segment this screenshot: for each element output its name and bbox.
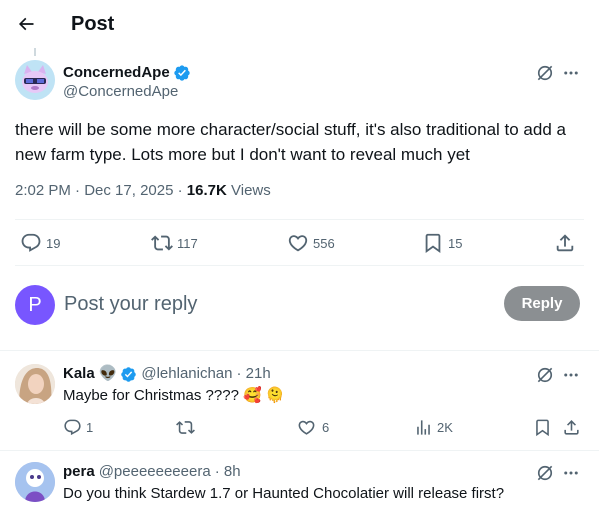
comment-text: Do you think Stardew 1.7 or Haunted Choc… — [63, 485, 505, 502]
author-name[interactable]: ConcernedApe — [63, 63, 170, 83]
alien-emoji: 👽 — [98, 365, 118, 382]
divider — [15, 219, 584, 220]
like-count: 556 — [313, 235, 335, 251]
post-text: there will be some more character/social… — [15, 120, 566, 164]
reply-count: 1 — [86, 420, 94, 435]
more-button[interactable] — [560, 462, 582, 484]
views-count: 2K — [437, 420, 453, 435]
header-bar: Post — [0, 0, 599, 48]
views-count: 16.7K — [186, 182, 227, 199]
reply-button[interactable]: Reply — [504, 286, 580, 321]
more-icon — [564, 71, 578, 75]
comment-time[interactable]: · 21h — [237, 364, 271, 384]
views-icon — [417, 420, 430, 435]
commenter-handle[interactable]: @peeeeeeeeera — [99, 462, 211, 482]
comment-emojis: 🥰 🫠 — [243, 387, 285, 404]
author-handle[interactable]: @ConcernedApe — [63, 82, 178, 102]
reply-icon — [21, 233, 41, 252]
more-icon — [564, 373, 578, 377]
author-name-row: ConcernedApe — [63, 63, 191, 83]
commenter-handle[interactable]: @lehlanichan — [141, 364, 232, 384]
repost-action[interactable] — [176, 418, 199, 437]
reply-icon — [64, 419, 81, 436]
divider — [15, 265, 584, 266]
post-time[interactable]: 2:02 PM — [15, 182, 71, 199]
share-icon — [564, 420, 579, 435]
share-action[interactable] — [554, 232, 576, 254]
like-action[interactable]: 6 — [297, 418, 329, 437]
comment-time[interactable]: · 8h — [215, 462, 241, 482]
repost-count: 117 — [177, 235, 198, 251]
bookmark-action[interactable] — [533, 418, 552, 437]
more-icon — [564, 471, 578, 475]
comment-header: pera @peeeeeeeeera · 8h — [63, 462, 241, 482]
views-label: Views — [231, 182, 271, 199]
more-button[interactable] — [560, 364, 582, 386]
back-button[interactable] — [8, 6, 44, 42]
commenter-avatar[interactable] — [15, 462, 55, 502]
repost-icon — [151, 235, 173, 251]
bookmark-action[interactable]: 15 — [422, 232, 462, 254]
back-arrow-icon — [18, 17, 34, 31]
like-count: 6 — [322, 420, 330, 435]
reply-count: 19 — [46, 235, 61, 251]
repost-action[interactable]: 117 — [151, 232, 198, 254]
post-date[interactable]: Dec 17, 2025 — [84, 182, 173, 199]
author-avatar[interactable] — [15, 60, 55, 100]
commenter-name[interactable]: Kala — [63, 364, 95, 384]
more-button[interactable] — [560, 62, 582, 84]
comment-header: Kala 👽 @lehlanichan · 21h — [63, 364, 271, 384]
like-action[interactable]: 556 — [287, 232, 335, 254]
commenter-avatar[interactable] — [15, 364, 55, 404]
share-icon — [556, 234, 574, 252]
comment-body: Maybe for Christmas ???? — [63, 387, 239, 404]
verified-badge-icon — [173, 64, 191, 82]
page-title: Post — [71, 13, 115, 35]
post-meta: 2:02 PM · Dec 17, 2025 · 16.7K Views — [15, 182, 271, 199]
divider — [0, 350, 599, 351]
share-action[interactable] — [562, 418, 581, 437]
repost-icon — [176, 421, 195, 434]
like-icon — [288, 235, 308, 252]
comment-text: Maybe for Christmas ???? 🥰 🫠 — [63, 386, 285, 406]
grok-icon — [537, 465, 553, 481]
bookmark-icon — [425, 233, 441, 254]
commenter-name[interactable]: pera — [63, 462, 95, 482]
reply-action[interactable]: 1 — [63, 418, 93, 437]
verified-badge-icon — [120, 366, 137, 383]
grok-button[interactable] — [534, 62, 556, 84]
divider — [0, 450, 599, 451]
reply-input[interactable] — [64, 289, 484, 319]
grok-button[interactable] — [534, 364, 556, 386]
grok-button[interactable] — [534, 462, 556, 484]
like-icon — [298, 420, 315, 435]
current-user-avatar[interactable]: P — [15, 285, 55, 325]
thread-line — [34, 48, 36, 56]
grok-icon — [537, 65, 553, 81]
bookmark-count: 15 — [448, 235, 463, 251]
views-action[interactable]: 2K — [414, 418, 453, 437]
grok-icon — [537, 367, 553, 383]
bookmark-icon — [536, 419, 549, 437]
reply-action[interactable]: 19 — [20, 232, 60, 254]
